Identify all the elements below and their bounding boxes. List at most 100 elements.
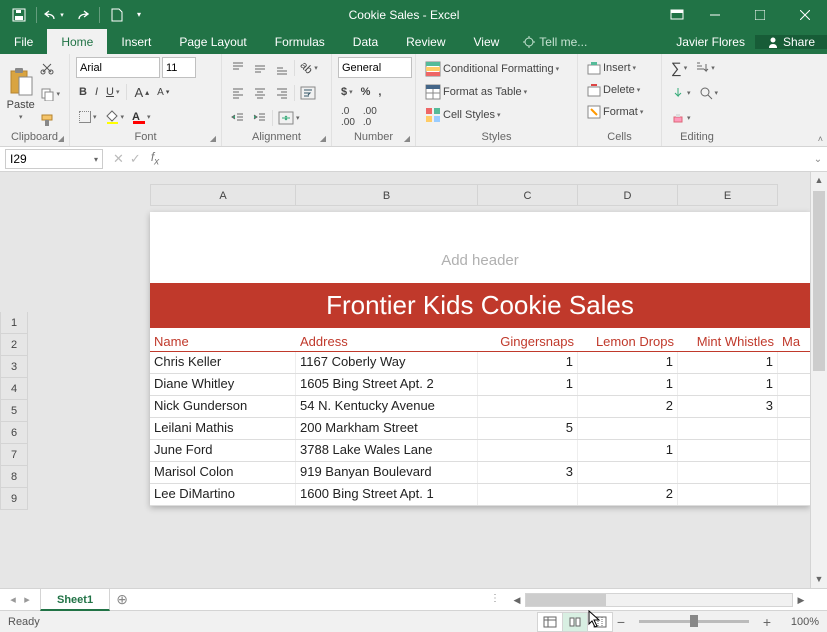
fill-button[interactable]: ▾ — [668, 82, 694, 104]
increase-indent[interactable] — [250, 107, 270, 129]
cell[interactable]: 200 Markham Street — [296, 418, 478, 439]
find-select-button[interactable]: ▾ — [696, 82, 722, 104]
decrease-decimal[interactable]: .00.0 — [360, 106, 380, 128]
align-right[interactable] — [272, 82, 292, 104]
horizontal-scrollbar[interactable]: ◀ ▶ — [509, 592, 809, 608]
conditional-formatting-button[interactable]: Conditional Formatting▾ — [422, 57, 571, 80]
col-header-e[interactable]: E — [678, 184, 778, 206]
row-header[interactable]: 1 — [0, 312, 28, 334]
cell[interactable]: 1 — [478, 374, 578, 395]
zoom-level[interactable]: 100% — [775, 616, 819, 628]
zoom-in[interactable]: + — [759, 614, 775, 630]
paste-button[interactable]: Paste ▾ — [6, 65, 35, 121]
tab-insert[interactable]: Insert — [107, 29, 165, 54]
cell[interactable]: 1 — [678, 352, 778, 373]
copy-button[interactable]: ▾ — [37, 83, 63, 105]
format-painter-button[interactable] — [37, 109, 63, 131]
cell[interactable]: Lee DiMartino — [150, 484, 296, 505]
cell[interactable]: 2 — [578, 396, 678, 417]
clear-button[interactable]: ▾ — [668, 107, 694, 129]
comma-format[interactable]: , — [375, 81, 384, 103]
cell[interactable]: 1605 Bing Street Apt. 2 — [296, 374, 478, 395]
cell[interactable] — [778, 396, 810, 417]
cell[interactable]: Nick Gunderson — [150, 396, 296, 417]
number-launcher[interactable]: ◢ — [401, 132, 413, 144]
row-header[interactable]: 5 — [0, 400, 28, 422]
underline-button[interactable]: U▾ — [103, 81, 122, 103]
header-gingersnaps[interactable]: Gingersnaps — [478, 334, 578, 351]
new-file-button[interactable] — [104, 3, 130, 27]
insert-cells-button[interactable]: Insert▾ — [584, 57, 655, 79]
font-size-input[interactable] — [162, 57, 196, 78]
cell[interactable]: 1 — [678, 374, 778, 395]
align-center[interactable] — [250, 82, 270, 104]
tab-split[interactable]: ⋮ — [490, 593, 502, 604]
tab-review[interactable]: Review — [392, 29, 459, 54]
share-button[interactable]: Share — [755, 35, 827, 49]
row-header[interactable]: 9 — [0, 488, 28, 510]
cell[interactable]: 1 — [578, 352, 678, 373]
cell[interactable]: Leilani Mathis — [150, 418, 296, 439]
col-header-d[interactable]: D — [578, 184, 678, 206]
cell[interactable]: 2 — [578, 484, 678, 505]
increase-decimal[interactable]: .0.00 — [338, 106, 358, 128]
cell[interactable] — [678, 484, 778, 505]
accounting-format[interactable]: $▾ — [338, 81, 356, 103]
scroll-down[interactable]: ▼ — [811, 571, 827, 588]
decrease-font-button[interactable]: A▾ — [154, 81, 172, 103]
row-header[interactable]: 4 — [0, 378, 28, 400]
alignment-launcher[interactable]: ◢ — [317, 132, 329, 144]
row-header[interactable]: 6 — [0, 422, 28, 444]
tell-me[interactable]: Tell me... — [513, 29, 597, 54]
sort-filter-button[interactable]: ▾ — [692, 57, 718, 79]
hscroll-left[interactable]: ◀ — [509, 595, 525, 606]
zoom-slider[interactable] — [639, 620, 749, 623]
cell[interactable] — [478, 484, 578, 505]
decrease-indent[interactable] — [228, 107, 248, 129]
cell[interactable] — [778, 418, 810, 439]
cell[interactable]: June Ford — [150, 440, 296, 461]
cell[interactable]: 1167 Coberly Way — [296, 352, 478, 373]
cell[interactable] — [778, 374, 810, 395]
clipboard-launcher[interactable]: ◢ — [55, 132, 67, 144]
cell[interactable] — [478, 396, 578, 417]
cell[interactable]: 3788 Lake Wales Lane — [296, 440, 478, 461]
cell[interactable]: 1 — [578, 374, 678, 395]
cell[interactable]: Marisol Colon — [150, 462, 296, 483]
cell[interactable]: 54 N. Kentucky Avenue — [296, 396, 478, 417]
cell[interactable] — [578, 418, 678, 439]
cell[interactable]: Diane Whitley — [150, 374, 296, 395]
col-header-a[interactable]: A — [150, 184, 296, 206]
cell[interactable] — [778, 440, 810, 461]
name-box[interactable]: I29▾ — [5, 149, 103, 169]
row-header[interactable]: 2 — [0, 334, 28, 356]
cell[interactable]: 919 Banyan Boulevard — [296, 462, 478, 483]
scroll-thumb[interactable] — [813, 191, 825, 371]
cell[interactable] — [678, 440, 778, 461]
cut-button[interactable] — [37, 57, 63, 79]
view-page-layout[interactable] — [562, 612, 588, 632]
zoom-out[interactable]: − — [613, 614, 629, 630]
cell[interactable]: 1 — [478, 352, 578, 373]
cell[interactable] — [778, 462, 810, 483]
cell[interactable]: 3 — [678, 396, 778, 417]
sheet-nav[interactable]: ◂▸ — [0, 593, 40, 606]
formula-input[interactable] — [165, 149, 809, 169]
table-title[interactable]: Frontier Kids Cookie Sales — [150, 283, 810, 328]
vertical-scrollbar[interactable]: ▲ ▼ — [810, 172, 827, 588]
enter-formula[interactable]: ✓ — [130, 151, 141, 167]
merge-center-button[interactable]: ▾ — [275, 107, 303, 129]
tab-home[interactable]: Home — [47, 29, 107, 54]
col-header-b[interactable]: B — [296, 184, 478, 206]
align-middle[interactable] — [250, 57, 270, 79]
ribbon-display-options[interactable] — [662, 9, 692, 21]
header-partial[interactable]: Ma — [778, 334, 810, 351]
view-page-break[interactable] — [587, 612, 613, 632]
cell[interactable] — [478, 440, 578, 461]
format-as-table-button[interactable]: Format as Table▾ — [422, 80, 571, 103]
number-format-select[interactable] — [338, 57, 412, 78]
maximize-button[interactable] — [737, 0, 782, 29]
wrap-text-button[interactable] — [297, 82, 319, 104]
font-name-input[interactable] — [76, 57, 160, 78]
percent-format[interactable]: % — [358, 81, 374, 103]
